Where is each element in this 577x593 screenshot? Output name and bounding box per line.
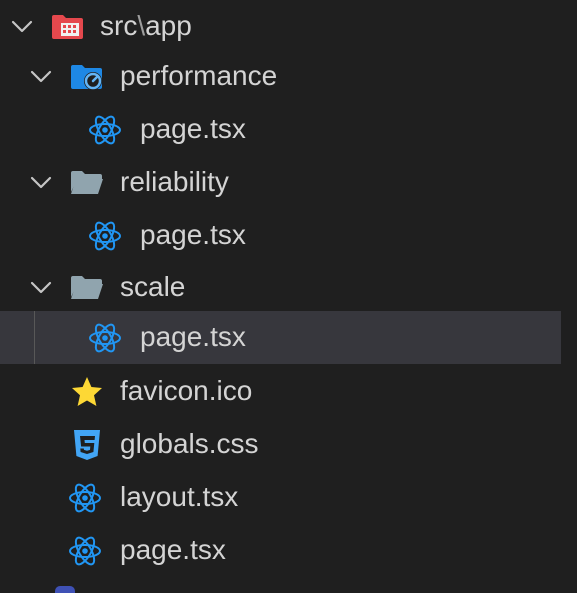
react-icon — [89, 115, 121, 145]
scrollbar[interactable] — [561, 0, 577, 593]
star-icon — [72, 377, 102, 406]
chevron-down-icon[interactable] — [9, 13, 35, 39]
react-icon — [69, 536, 101, 566]
folder-open-icon — [71, 276, 103, 299]
file-explorer-tree: src\app performance page.tsx reliability… — [0, 0, 577, 593]
react-icon — [89, 221, 121, 251]
tree-row-file[interactable]: page.tsx — [0, 209, 561, 262]
tree-label-file: page.tsx — [140, 219, 246, 250]
css-icon — [74, 430, 100, 460]
performance-folder-icon — [71, 65, 102, 90]
tree-row-favicon[interactable]: favicon.ico — [0, 365, 561, 418]
tree-label-scale: scale — [120, 271, 186, 302]
tree-label-performance: performance — [120, 60, 278, 91]
chevron-down-icon[interactable] — [28, 63, 54, 89]
chevron-down-icon[interactable] — [28, 274, 54, 300]
tree-label-page-tsx: page.tsx — [120, 534, 226, 565]
tree-label-reliability: reliability — [120, 166, 229, 197]
tree-label-file: page.tsx — [140, 321, 246, 352]
tree-row-scale[interactable]: scale — [0, 261, 561, 314]
tree-row-file[interactable]: page.tsx — [0, 103, 561, 156]
tree-label-file: page.tsx — [140, 113, 246, 144]
tree-row-globals-css[interactable]: globals.css — [0, 418, 561, 471]
path-segment-src: src — [100, 10, 138, 41]
indent-guide — [34, 311, 35, 364]
app-folder-icon — [52, 15, 83, 39]
tree-label-globals-css: globals.css — [120, 428, 259, 459]
file-icon — [55, 586, 75, 593]
react-icon — [89, 323, 121, 353]
tree-row-src-app[interactable]: src\app — [0, 0, 561, 53]
path-segment-app: app — [145, 10, 192, 41]
tree-row-reliability[interactable]: reliability — [0, 156, 561, 209]
tree-row-file-selected[interactable]: page.tsx — [0, 311, 561, 364]
tree-row-performance[interactable]: performance — [0, 50, 561, 103]
tree-row-partial[interactable] — [0, 578, 561, 593]
react-icon — [69, 483, 101, 513]
tree-label-src-app: src\app — [100, 10, 192, 42]
tree-row-layout-tsx[interactable]: layout.tsx — [0, 471, 561, 524]
chevron-down-icon[interactable] — [28, 169, 54, 195]
folder-open-icon — [71, 171, 103, 194]
tree-row-page-tsx[interactable]: page.tsx — [0, 524, 561, 577]
path-separator: \ — [137, 10, 146, 41]
tree-label-layout-tsx: layout.tsx — [120, 481, 239, 512]
tree-label-favicon: favicon.ico — [120, 375, 253, 406]
